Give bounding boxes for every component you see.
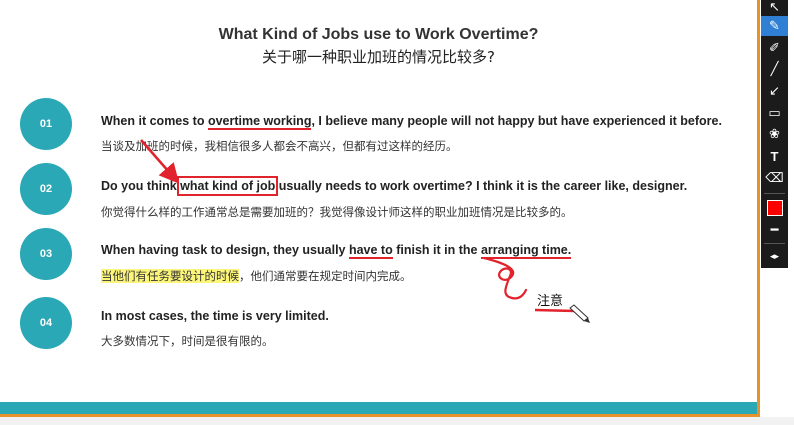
item-01-en: When it comes to overtime working, I bel… [101, 114, 722, 130]
arrow-tool-icon[interactable]: ↙ [761, 81, 788, 101]
slide-title: What Kind of Jobs use to Work Overtime? [218, 26, 539, 43]
item-03-cn-highlight: 当他们有任务要设计的时候 [101, 269, 239, 283]
item-02-en: Do you think what kind of job usually ne… [101, 176, 688, 196]
item-03-en-mark: have to [348, 243, 393, 259]
slide: What Kind of Jobs use to Work Overtime? … [0, 0, 757, 415]
toolbar-divider [764, 243, 785, 244]
toolbar-divider [764, 193, 785, 194]
item-04-cn: 大多数情况下，时间是很有限的。 [101, 334, 274, 348]
canvas-background [0, 417, 794, 425]
rectangle-tool-icon[interactable]: ▭ [761, 103, 788, 123]
slide-title-cn: 关于哪一种职业加班的情况比较多? [262, 48, 495, 66]
pen-tool-icon[interactable]: ✎ [761, 16, 788, 36]
item-03-en: When having task to design, they usually… [101, 243, 572, 259]
item-03-en-before: When having task to design, they usually [101, 243, 349, 257]
shapes-tool-icon[interactable]: ❀ [761, 124, 788, 144]
item-01-en-after: , I believe many people will not happy b… [311, 114, 722, 128]
item-01-cn: 当谈及加班的时候，我相信很多人都会不高兴，但都有过这样的经历。 [101, 139, 458, 153]
slide-footer-bar [0, 402, 757, 414]
number-circle-04: 04 [20, 297, 72, 349]
item-03-cn-rest: ，他们通常要在规定时间内完成。 [239, 269, 412, 283]
expand-toolbar-icon[interactable]: ◂▸ [761, 246, 788, 266]
number-circle-02: 02 [20, 163, 72, 215]
item-02-en-before: Do you think [101, 179, 181, 193]
item-01-en-mark: overtime working [207, 114, 312, 130]
item-02-en-after: usually needs to work overtime? I think … [275, 179, 688, 193]
number-circle-03: 03 [20, 228, 72, 280]
item-02-en-mark: what kind of job [177, 176, 279, 196]
item-01-en-before: When it comes to [101, 114, 208, 128]
number-circle-01: 01 [20, 98, 72, 150]
item-04-en: In most cases, the time is very limited. [101, 309, 329, 323]
pointer-tool-icon[interactable]: ↖ [761, 0, 788, 17]
item-02-cn: 你觉得什么样的工作通常总是需要加班的？我觉得像设计师这样的职业加班情况是比较多的… [101, 205, 573, 219]
highlighter-tool-icon[interactable]: ✐ [761, 38, 788, 58]
item-03-cn: 当他们有任务要设计的时候，他们通常要在规定时间内完成。 [101, 268, 412, 284]
item-03-en-mid: finish it in the [392, 243, 481, 257]
item-03-en-mark2: arranging time. [480, 243, 572, 259]
annotation-note: 注意 [537, 294, 564, 309]
line-tool-icon[interactable]: ╱ [761, 59, 788, 79]
slide-border-right [757, 0, 760, 415]
eraser-tool-icon[interactable]: ⌫ [761, 168, 788, 188]
text-tool-icon[interactable]: T [761, 146, 788, 166]
annotation-toolbar: ↖ ✎ ✐ ╱ ↙ ▭ ❀ T ⌫ ━ ◂▸ [761, 0, 788, 268]
stroke-width-icon[interactable]: ━ [761, 220, 788, 240]
color-swatch[interactable] [767, 200, 783, 216]
